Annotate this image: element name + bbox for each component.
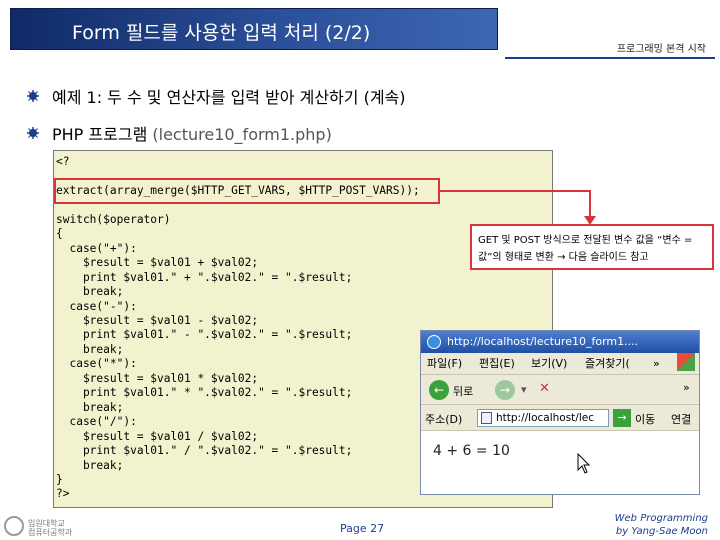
menu-edit[interactable]: 편집(E) [479,353,515,375]
back-arrow-icon[interactable]: ← [429,380,449,400]
bullet-icon [27,90,39,102]
logo-text: 입원대학교 컴퓨터공학과 [28,519,73,537]
bullet-text: PHP 프로그램 (lecture10_form1.php) [52,121,332,145]
bullet-icon [27,127,39,139]
code-highlight-box [54,178,440,204]
browser-title-bar: http://localhost/lecture10_form1.... [421,331,699,353]
annotation-note: GET 및 POST 방식으로 전달된 변수 값을 “변수 = 값”의 형태로 … [470,224,714,270]
bullet-item-program: PHP 프로그램 (lecture10_form1.php) [26,121,332,145]
footer-credit: Web Programming by Yang-Sae Moon [615,512,708,538]
section-label: 프로그래밍 본격 시작 [616,44,706,55]
bullet-text: 예제 1: 두 수 및 연산자를 입력 받아 계산하기 (계속) [52,88,406,107]
browser-window: http://localhost/lecture10_form1.... 파일(… [420,330,700,495]
php-source-code: <? extract(array_merge($HTTP_GET_VARS, $… [56,155,420,501]
go-button-label[interactable]: 이동 [635,411,655,427]
slide-title: Form 필드를 사용한 입력 처리 (2/2) [72,22,371,44]
dropdown-icon[interactable]: ▾ [521,383,527,396]
menu-file[interactable]: 파일(F) [427,353,462,375]
footer-course: Web Programming [614,513,708,524]
browser-content: 4 + 6 = 10 [421,431,699,494]
program-filename: (lecture10_form1.php) [147,125,332,144]
page-number: Page 27 [340,522,385,535]
forward-arrow-icon[interactable]: → [495,380,515,400]
address-value: http://localhost/lec [496,412,594,424]
browser-toolbar: ← 뒤로 → ▾ ✕ » [421,375,699,405]
toolbar-more[interactable]: » [683,381,690,394]
browser-title: http://localhost/lecture10_form1.... [447,335,639,348]
footer-author: by Yang-Sae Moon [615,526,708,537]
note-text: GET 및 POST 방식으로 전달된 변수 값을 “변수 = 값”의 형태로 … [478,235,693,263]
menu-favorites[interactable]: 즐겨찾기( [585,353,630,375]
back-button-label[interactable]: 뒤로 [453,383,473,399]
go-arrow-icon[interactable]: → [613,409,631,427]
program-label: PHP 프로그램 [52,125,148,144]
bullet-item-example: 예제 1: 두 수 및 연산자를 입력 받아 계산하기 (계속) [26,84,406,108]
address-input[interactable]: http://localhost/lec [477,409,609,427]
page-icon [481,412,492,424]
windows-flag-icon [677,353,695,371]
text-cursor-icon [577,453,591,474]
university-logo: 입원대학교 컴퓨터공학과 [4,514,72,538]
arrow-connector-vertical [589,190,591,218]
arrow-connector-horizontal [440,190,590,192]
address-label: 주소(D) [425,413,463,426]
browser-menu-bar: 파일(F) 편집(E) 보기(V) 즐겨찾기( » [421,353,699,375]
menu-more[interactable]: » [653,353,660,375]
links-label[interactable]: 연결 [671,411,691,427]
logo-emblem-icon [4,516,24,536]
menu-view[interactable]: 보기(V) [531,353,567,375]
stop-icon[interactable]: ✕ [539,381,550,396]
header-divider [505,57,715,59]
ie-logo-icon [427,335,441,349]
browser-address-bar: 주소(D) http://localhost/lec → 이동 연결 [421,405,699,431]
result-output: 4 + 6 = 10 [433,443,510,459]
